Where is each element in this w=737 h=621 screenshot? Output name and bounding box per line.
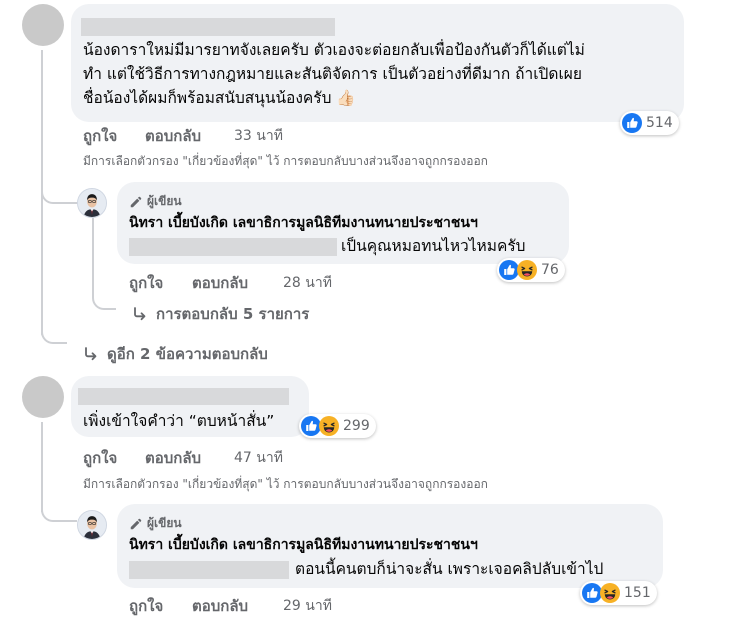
reply-button[interactable]: ตอบกลับ bbox=[145, 124, 201, 148]
reply-text: ตอนนี้คนตบก็น่าจะสั่น เพราะเจอคลิปลับเข้… bbox=[295, 560, 604, 578]
reply-arrow-icon bbox=[83, 346, 99, 362]
reply-timestamp[interactable]: 28 นาที bbox=[283, 272, 332, 294]
comment-text-line: ทำ แต่ใช้วิธีการทางกฎหมายและสันติจัดการ … bbox=[83, 65, 582, 83]
reply-bubble: ผู้เขียน นิทรา เบี้ยบังเกิด เลขาธิการมูล… bbox=[117, 182, 569, 264]
reply-button[interactable]: ตอบกลับ bbox=[192, 594, 248, 618]
like-icon bbox=[622, 113, 642, 133]
thread-connector bbox=[41, 184, 77, 204]
author-badge: ผู้เขียน bbox=[129, 514, 182, 533]
like-button[interactable]: ถูกใจ bbox=[83, 446, 117, 470]
pencil-icon bbox=[129, 517, 143, 531]
reply-button[interactable]: ตอบกลับ bbox=[192, 271, 248, 295]
like-button[interactable]: ถูกใจ bbox=[83, 124, 117, 148]
comment-text: เพิ่งเข้าใจคำว่า “ตบหน้าสั่น” bbox=[83, 409, 274, 433]
comment-text-line: ชื่อน้องได้ผมก็พร้อมสนับสนุนน้องครับ 👍🏻 bbox=[83, 89, 356, 107]
like-button[interactable]: ถูกใจ bbox=[129, 271, 163, 295]
thread-line bbox=[92, 218, 94, 298]
comment-text-line: เพิ่งเข้าใจคำว่า “ตบหน้าสั่น” bbox=[83, 412, 275, 430]
author-badge: ผู้เขียน bbox=[129, 192, 182, 211]
author-photo bbox=[78, 511, 106, 539]
reaction-count: 76 bbox=[541, 262, 559, 278]
comment-bubble: เพิ่งเข้าใจคำว่า “ตบหน้าสั่น” bbox=[71, 376, 309, 437]
comment-timestamp[interactable]: 47 นาที bbox=[234, 447, 283, 469]
reaction-summary[interactable]: 514 bbox=[620, 111, 679, 135]
thread-connector bbox=[92, 288, 116, 310]
commenter-avatar[interactable] bbox=[22, 4, 64, 46]
haha-icon bbox=[319, 416, 339, 436]
view-more-label: ดูอีก 2 ข้อความตอบกลับ bbox=[107, 345, 268, 363]
like-icon bbox=[499, 260, 519, 280]
like-button[interactable]: ถูกใจ bbox=[129, 594, 163, 618]
redacted-name bbox=[81, 18, 335, 36]
author-avatar[interactable] bbox=[77, 510, 107, 540]
redacted-mention bbox=[129, 238, 337, 256]
reaction-summary[interactable]: 76 bbox=[497, 258, 565, 282]
author-badge-label: ผู้เขียน bbox=[147, 516, 182, 530]
thread-connector bbox=[41, 500, 77, 522]
author-badge-label: ผู้เขียน bbox=[147, 194, 182, 208]
more-replies-link[interactable]: การตอบกลับ 5 รายการ bbox=[132, 302, 309, 326]
reply-text: เป็นคุณหมอทนไหวไหมครับ bbox=[341, 237, 526, 255]
comment-text-line: น้องดาราใหม่มีมารยาทจังเลยครับ ตัวเองจะต… bbox=[83, 41, 585, 59]
redacted-mention bbox=[129, 561, 289, 579]
author-name[interactable]: นิทรา เบี้ยบังเกิด เลขาธิการมูลนิธิทีมงา… bbox=[129, 212, 478, 234]
haha-icon bbox=[517, 260, 537, 280]
like-icon bbox=[582, 583, 602, 603]
reaction-count: 514 bbox=[646, 115, 673, 131]
comment-timestamp[interactable]: 33 นาที bbox=[234, 125, 283, 147]
comment-text: น้องดาราใหม่มีมารยาทจังเลยครับ ตัวเองจะต… bbox=[83, 38, 585, 110]
reaction-summary[interactable]: 151 bbox=[580, 581, 657, 605]
reply-button[interactable]: ตอบกลับ bbox=[145, 446, 201, 470]
filter-notice: มีการเลือกตัวกรอง "เกี่ยวข้องที่สุด" ไว้… bbox=[83, 154, 488, 168]
view-more-replies-link[interactable]: ดูอีก 2 ข้อความตอบกลับ bbox=[83, 342, 268, 366]
more-replies-label: การตอบกลับ 5 รายการ bbox=[156, 305, 310, 323]
thread-connector bbox=[41, 324, 67, 344]
like-icon bbox=[301, 416, 321, 436]
author-photo bbox=[78, 189, 106, 217]
reaction-count: 151 bbox=[624, 585, 651, 601]
haha-icon bbox=[600, 583, 620, 603]
reply-timestamp[interactable]: 29 นาที bbox=[283, 595, 332, 617]
reply-arrow-icon bbox=[132, 306, 148, 322]
pencil-icon bbox=[129, 195, 143, 209]
author-avatar[interactable] bbox=[77, 188, 107, 218]
reply-bubble: ผู้เขียน นิทรา เบี้ยบังเกิด เลขาธิการมูล… bbox=[117, 504, 663, 588]
reaction-summary[interactable]: 299 bbox=[299, 414, 376, 438]
filter-notice: มีการเลือกตัวกรอง "เกี่ยวข้องที่สุด" ไว้… bbox=[83, 477, 488, 491]
reaction-count: 299 bbox=[343, 418, 370, 434]
redacted-name bbox=[78, 388, 289, 405]
thread-line bbox=[41, 422, 43, 512]
comment-bubble: น้องดาราใหม่มีมารยาทจังเลยครับ ตัวเองจะต… bbox=[71, 4, 684, 122]
commenter-avatar[interactable] bbox=[22, 376, 64, 418]
author-name[interactable]: นิทรา เบี้ยบังเกิด เลขาธิการมูลนิธิทีมงา… bbox=[129, 534, 478, 556]
